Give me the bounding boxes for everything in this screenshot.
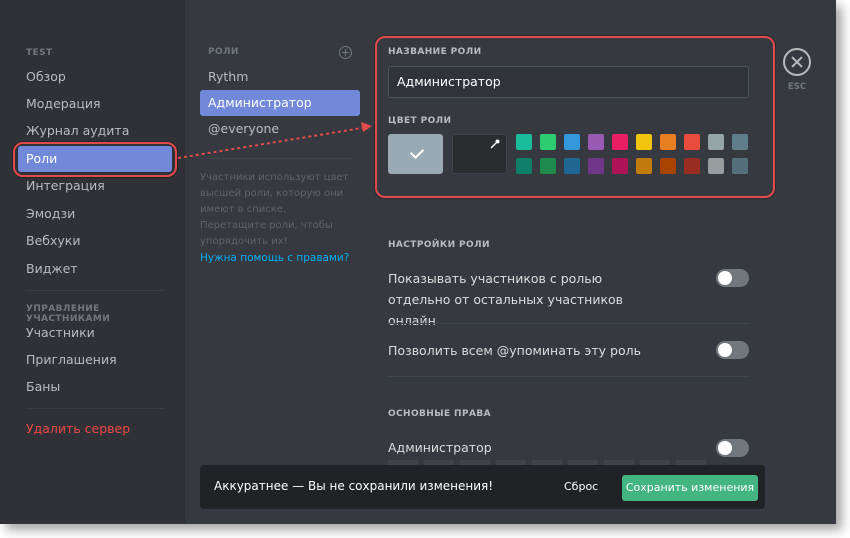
roles-list-panel: РОЛИ Rythm Администратор @everyone Участ…: [200, 0, 360, 524]
roles-header: РОЛИ: [208, 47, 239, 57]
server-section-header: TEST: [26, 48, 53, 58]
hoist-setting-label: Показывать участников с ролью отдельно о…: [388, 271, 624, 328]
admin-permission-label: Администратор: [388, 440, 492, 455]
annotation-highlight-editor: [375, 36, 775, 198]
roles-divider: [200, 158, 352, 159]
settings-window: TEST Обзор Модерация Журнал аудита Роли …: [0, 0, 836, 524]
sidebar-item-members[interactable]: Участники: [18, 320, 172, 346]
toggle-knob: [718, 343, 732, 357]
toggle-knob: [718, 271, 732, 285]
settings-divider: [388, 376, 749, 377]
annotation-highlight-roles: [13, 142, 177, 177]
sidebar-item-moderation[interactable]: Модерация: [18, 91, 172, 117]
delete-server-button[interactable]: Удалить сервер: [18, 416, 172, 442]
sidebar-divider: [26, 290, 164, 291]
settings-divider: [388, 323, 749, 324]
add-role-icon[interactable]: [339, 46, 352, 59]
mention-setting-label: Позволить всем @упоминать эту роль: [388, 343, 641, 358]
reset-button[interactable]: Сброс: [564, 480, 598, 493]
sidebar-item-audit-log[interactable]: Журнал аудита: [18, 118, 172, 144]
general-permissions-header: ОСНОВНЫЕ ПРАВА: [388, 409, 491, 419]
sidebar-item-emoji[interactable]: Эмодзи: [18, 201, 172, 227]
role-settings-header: НАСТРОЙКИ РОЛИ: [388, 240, 490, 250]
sidebar-item-invites[interactable]: Приглашения: [18, 347, 172, 373]
role-item-administrator[interactable]: Администратор: [200, 90, 360, 116]
hoist-toggle[interactable]: [716, 269, 749, 287]
sidebar-item-webhooks[interactable]: Вебхуки: [18, 228, 172, 254]
sidebar: TEST Обзор Модерация Журнал аудита Роли …: [0, 0, 185, 524]
unsaved-changes-notice: Аккуратнее — Вы не сохранили изменения! …: [200, 465, 765, 509]
admin-permission-toggle[interactable]: [716, 439, 749, 457]
sidebar-item-overview[interactable]: Обзор: [18, 64, 172, 90]
close-icon[interactable]: [783, 48, 811, 76]
permissions-help-link[interactable]: Нужна помощь с правами?: [200, 252, 349, 264]
sidebar-item-widget[interactable]: Виджет: [18, 256, 172, 282]
mention-toggle[interactable]: [716, 341, 749, 359]
roles-help-text: Участники используют цвет высшей роли, к…: [200, 172, 349, 247]
sidebar-divider: [26, 408, 164, 409]
role-item-rythm[interactable]: Rythm: [200, 64, 360, 90]
toggle-knob: [718, 441, 732, 455]
unsaved-changes-text: Аккуратнее — Вы не сохранили изменения!: [214, 479, 494, 493]
save-changes-button[interactable]: Сохранить изменения: [622, 475, 758, 501]
sidebar-item-bans[interactable]: Баны: [18, 374, 172, 400]
role-item-everyone[interactable]: @everyone: [200, 116, 360, 142]
esc-label: ESC: [787, 82, 807, 92]
